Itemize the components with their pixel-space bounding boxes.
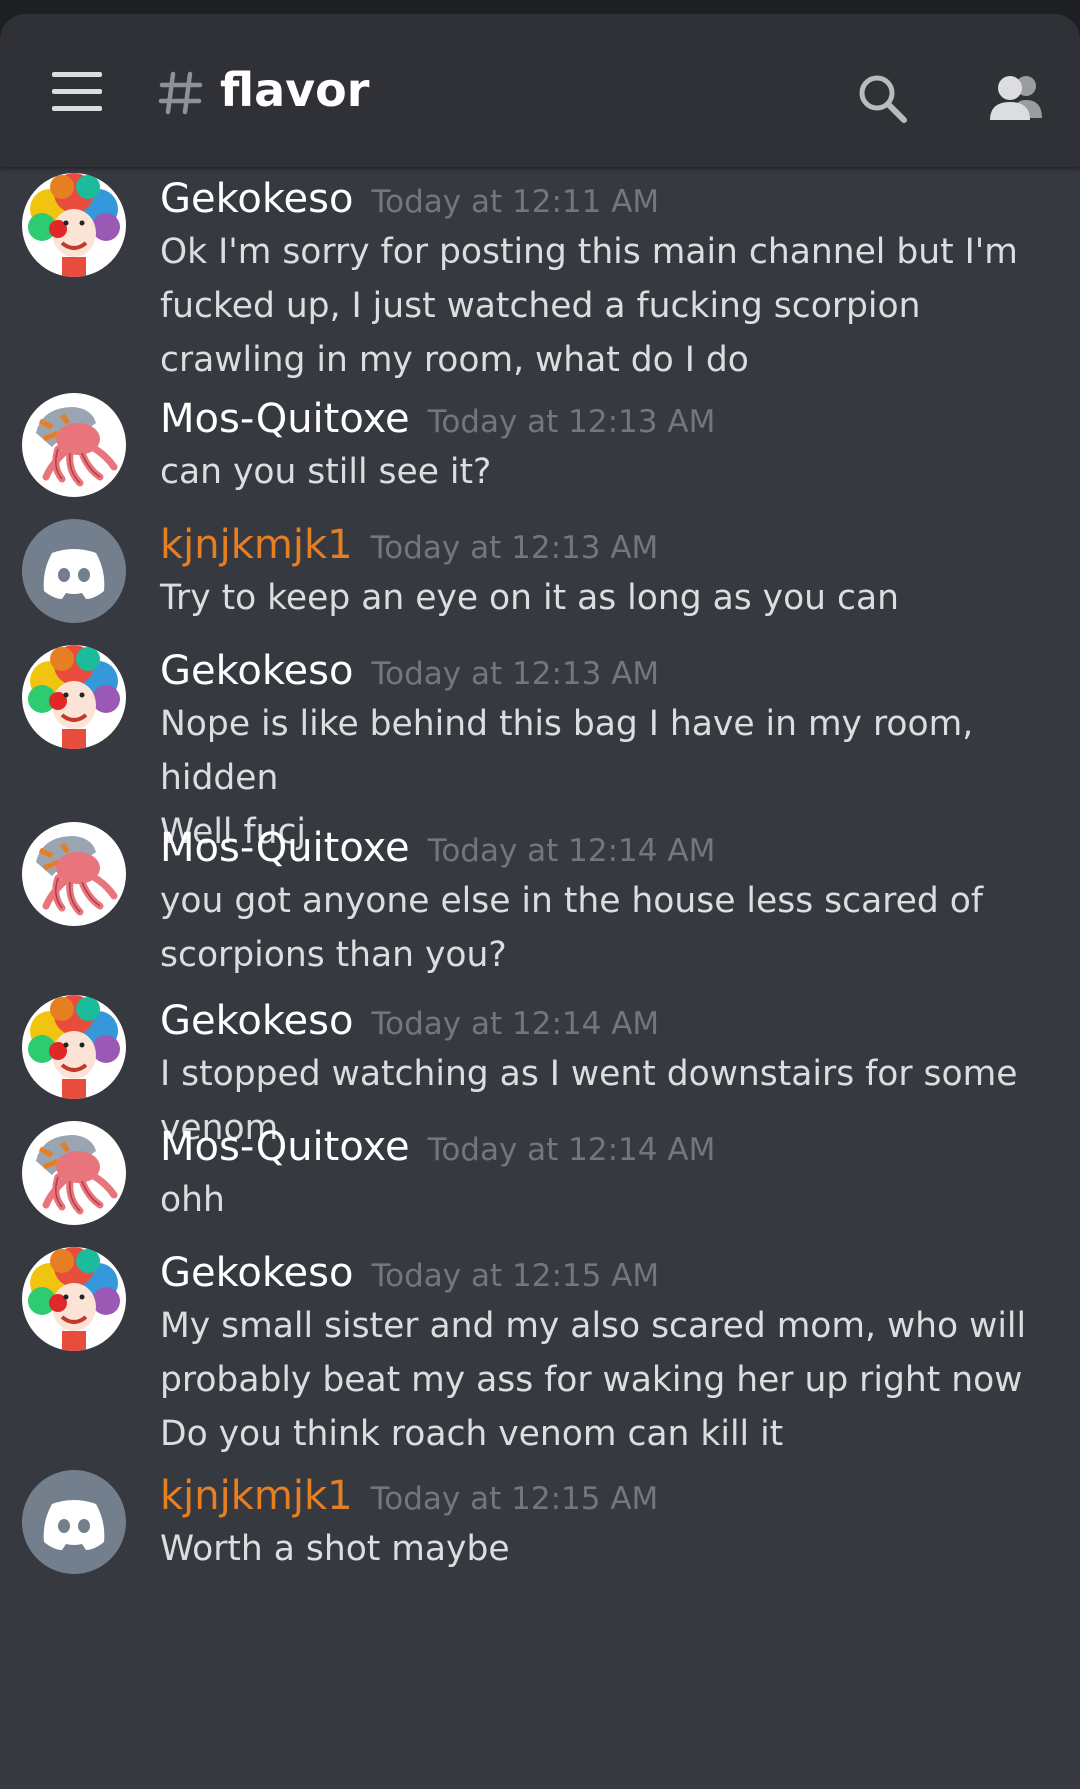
message-list: Gekokeso Today at 12:11 AM Ok I'm sorry f… — [0, 167, 1080, 1789]
search-icon[interactable] — [854, 70, 910, 126]
octopus-avatar[interactable] — [22, 1121, 126, 1225]
message-text: you got anyone else in the house less sc… — [160, 881, 984, 975]
message-timestamp: Today at 12:13 AM — [371, 656, 660, 692]
message-text: Worth a shot maybe — [160, 1529, 510, 1569]
message-author[interactable]: kjnjkmjk1 Today at 12:13 AM — [160, 519, 658, 571]
clown-avatar[interactable] — [22, 1247, 126, 1351]
clown-avatar[interactable] — [22, 995, 126, 1099]
clown-avatar[interactable] — [22, 173, 126, 277]
message-author[interactable]: Mos-Quitoxe Today at 12:14 AM — [160, 1121, 715, 1173]
message-author[interactable]: Mos-Quitoxe Today at 12:13 AM — [160, 393, 715, 445]
channel-name: flavor — [220, 63, 370, 117]
octopus-avatar[interactable] — [22, 393, 126, 497]
message-text: Ok I'm sorry for posting this main chann… — [160, 232, 1018, 380]
clown-avatar[interactable] — [22, 645, 126, 749]
octopus-avatar[interactable] — [22, 822, 126, 926]
message-timestamp: Today at 12:11 AM — [371, 184, 660, 220]
app-window: flavor Gekokeso Today at 12:11 AM Ok I'm … — [0, 14, 1080, 1789]
message-timestamp: Today at 12:14 AM — [371, 1006, 660, 1042]
message-timestamp: Today at 12:15 AM — [371, 1258, 660, 1294]
message-timestamp: Today at 12:13 AM — [427, 404, 716, 440]
discord-default-avatar[interactable] — [22, 519, 126, 623]
message-timestamp: Today at 12:13 AM — [370, 530, 659, 566]
message-timestamp: Today at 12:15 AM — [370, 1481, 659, 1517]
message-timestamp: Today at 12:14 AM — [427, 833, 716, 869]
hamburger-menu-icon[interactable] — [52, 72, 102, 112]
discord-default-avatar[interactable] — [22, 1470, 126, 1574]
message-author[interactable]: Gekokeso Today at 12:15 AM — [160, 1247, 659, 1299]
message-text: ohh — [160, 1180, 225, 1220]
members-icon[interactable] — [982, 70, 1046, 126]
channel-header: flavor — [0, 14, 1080, 167]
message-timestamp: Today at 12:14 AM — [427, 1132, 716, 1168]
message-author[interactable]: Gekokeso Today at 12:11 AM — [160, 173, 659, 225]
message-text: Try to keep an eye on it as long as you … — [160, 578, 899, 618]
message-author[interactable]: Mos-Quitoxe Today at 12:14 AM — [160, 822, 715, 874]
message-author[interactable]: kjnjkmjk1 Today at 12:15 AM — [160, 1470, 658, 1522]
message-text: can you still see it? — [160, 452, 492, 492]
hash-icon — [158, 71, 203, 115]
message-author[interactable]: Gekokeso Today at 12:14 AM — [160, 995, 659, 1047]
message-text: My small sister and my also scared mom, … — [160, 1306, 1027, 1454]
message-author[interactable]: Gekokeso Today at 12:13 AM — [160, 645, 659, 697]
